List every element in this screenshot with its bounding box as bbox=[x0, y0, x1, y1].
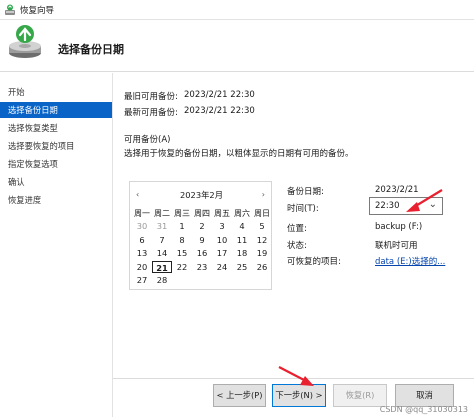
calendar-day[interactable]: 25 bbox=[232, 261, 252, 273]
calendar-day[interactable]: 22 bbox=[172, 261, 192, 273]
oldest-backup-value: 2023/2/21 22:30 bbox=[184, 90, 255, 100]
status-label: 状态: bbox=[287, 241, 307, 251]
calendar-day[interactable]: 18 bbox=[232, 247, 252, 259]
available-backups-label: 可用备份(A) bbox=[124, 135, 171, 145]
calendar-day[interactable]: 2 bbox=[192, 220, 212, 232]
annotation-arrow-next bbox=[278, 366, 314, 386]
weekday-header: 周三 bbox=[174, 209, 190, 218]
recoverable-items-label: 可恢复的项目: bbox=[287, 257, 341, 267]
calendar-day[interactable]: 16 bbox=[192, 247, 212, 259]
calendar-day[interactable]: 28 bbox=[152, 274, 172, 286]
calendar-day[interactable]: 5 bbox=[252, 220, 272, 232]
back-button[interactable]: < 上一步(P) bbox=[213, 384, 266, 407]
nav-step-select-date[interactable]: 选择备份日期 bbox=[0, 102, 112, 118]
calendar-day[interactable]: 23 bbox=[192, 261, 212, 273]
calendar-day[interactable]: 12 bbox=[252, 234, 272, 246]
status-value: 联机时可用 bbox=[375, 241, 418, 251]
watermark: CSDN @qq_31030313 bbox=[379, 405, 468, 414]
time-dropdown-value: 22:30 bbox=[375, 201, 400, 211]
calendar-day[interactable]: 24 bbox=[212, 261, 232, 273]
calendar-day[interactable]: 14 bbox=[152, 247, 172, 259]
wizard-header: 选择备份日期 bbox=[0, 20, 474, 72]
calendar-day[interactable]: 17 bbox=[212, 247, 232, 259]
calendar-day[interactable]: 15 bbox=[172, 247, 192, 259]
calendar-day[interactable]: 19 bbox=[252, 247, 272, 259]
calendar-day[interactable]: 27 bbox=[132, 274, 152, 286]
instruction-text: 选择用于恢复的备份日期，以粗体显示的日期有可用的备份。 bbox=[124, 149, 354, 159]
calendar-day[interactable]: 3 bbox=[212, 220, 232, 232]
backup-disk-icon bbox=[9, 25, 41, 58]
nav-step-progress[interactable]: 恢复进度 bbox=[0, 192, 112, 208]
newest-backup-value: 2023/2/21 22:30 bbox=[184, 106, 255, 116]
recover-button: 恢复(R) bbox=[333, 384, 387, 407]
next-month-icon[interactable]: › bbox=[262, 190, 265, 199]
annotation-arrow-time bbox=[406, 189, 443, 212]
weekday-header: 周六 bbox=[234, 209, 250, 218]
time-label: 时间(T): bbox=[287, 204, 319, 214]
calendar-day[interactable]: 13 bbox=[132, 247, 152, 259]
calendar-day[interactable]: 9 bbox=[192, 234, 212, 246]
newest-backup-label: 最新可用备份: bbox=[124, 108, 178, 118]
calendar-day[interactable]: 26 bbox=[252, 261, 272, 273]
calendar-day[interactable]: 10 bbox=[212, 234, 232, 246]
nav-step-confirm[interactable]: 确认 bbox=[0, 174, 112, 190]
recoverable-items-link[interactable]: data (E:)选择的... bbox=[375, 255, 445, 267]
calendar-day[interactable]: 30 bbox=[132, 220, 152, 232]
backup-calendar[interactable]: ‹ 2023年2月 › 周一 周二 周三 周四 周五 周六 周日 30 31 1 2 3… bbox=[129, 181, 272, 290]
calendar-day[interactable]: 11 bbox=[232, 234, 252, 246]
weekday-header: 周日 bbox=[254, 209, 270, 218]
nav-step-start[interactable]: 开始 bbox=[0, 84, 112, 100]
calendar-day[interactable]: 8 bbox=[172, 234, 192, 246]
calendar-day[interactable]: 1 bbox=[172, 220, 192, 232]
weekday-header: 周二 bbox=[154, 209, 170, 218]
weekday-header: 周一 bbox=[134, 209, 150, 218]
page-title: 选择备份日期 bbox=[58, 43, 124, 56]
calendar-day[interactable]: 31 bbox=[152, 220, 172, 232]
location-value: backup (F:) bbox=[375, 222, 423, 232]
calendar-day[interactable]: 4 bbox=[232, 220, 252, 232]
window-title: 恢复向导 bbox=[20, 6, 55, 16]
oldest-backup-label: 最旧可用备份: bbox=[124, 92, 178, 102]
calendar-day[interactable]: 6 bbox=[132, 234, 152, 246]
calendar-day[interactable]: 7 bbox=[152, 234, 172, 246]
location-label: 位置: bbox=[287, 224, 307, 234]
nav-step-select-items[interactable]: 选择要恢复的项目 bbox=[0, 138, 112, 154]
nav-step-recovery-options[interactable]: 指定恢复选项 bbox=[0, 156, 112, 172]
backup-app-icon bbox=[5, 4, 15, 15]
calendar-month: 2023年2月 bbox=[180, 190, 223, 200]
wizard-steps-nav: 开始 选择备份日期 选择恢复类型 选择要恢复的项目 指定恢复选项 确认 恢复进度 bbox=[0, 73, 113, 417]
calendar-day[interactable]: 21 bbox=[152, 260, 172, 273]
title-bar: 恢复向导 bbox=[0, 0, 474, 20]
weekday-header: 周五 bbox=[214, 209, 230, 218]
nav-step-recovery-type[interactable]: 选择恢复类型 bbox=[0, 120, 112, 136]
backup-date-label: 备份日期: bbox=[287, 187, 324, 197]
cancel-button[interactable]: 取消 bbox=[395, 384, 454, 407]
weekday-header: 周四 bbox=[194, 209, 210, 218]
calendar-day[interactable]: 20 bbox=[132, 261, 152, 273]
